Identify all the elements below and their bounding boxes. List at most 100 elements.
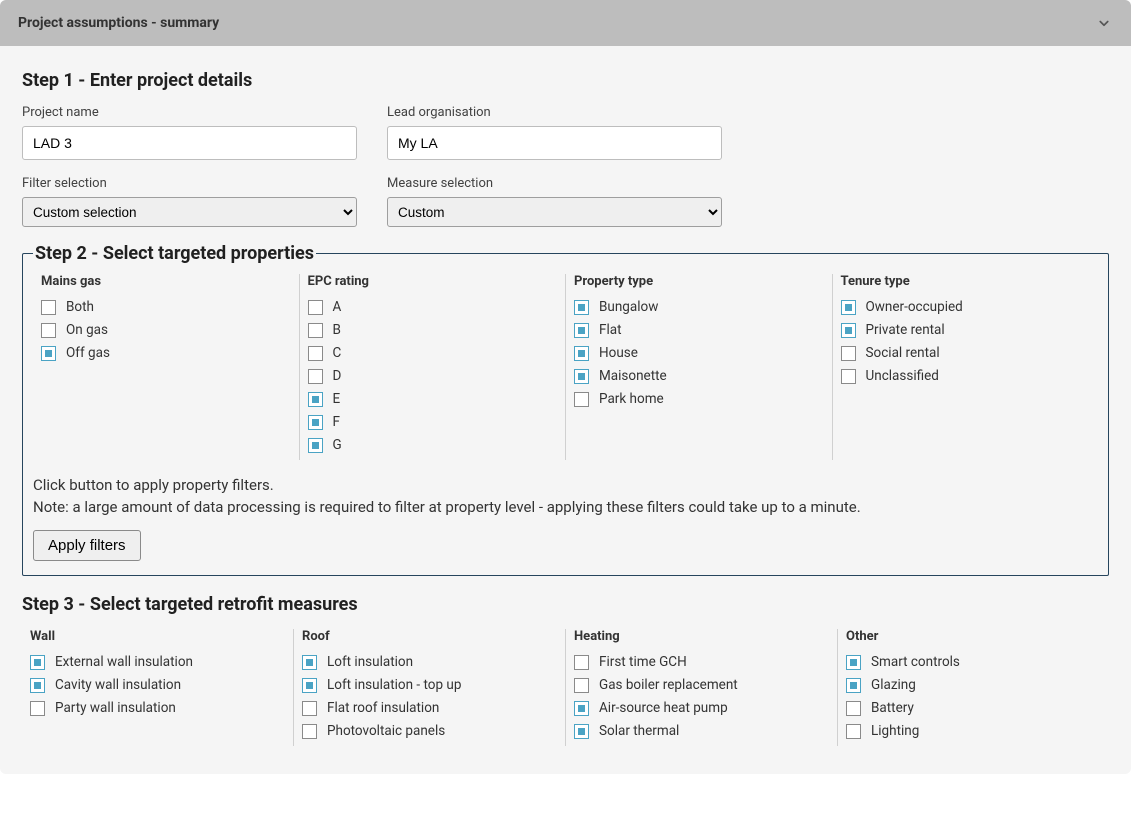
checkbox-house[interactable]: House bbox=[574, 345, 824, 361]
checkbox-icon bbox=[41, 346, 56, 361]
checkbox-b[interactable]: B bbox=[308, 322, 558, 338]
checkbox-icon bbox=[308, 300, 323, 315]
checkbox-label: Battery bbox=[871, 700, 914, 716]
checkbox-icon bbox=[308, 438, 323, 453]
checkbox-label: G bbox=[333, 437, 342, 453]
wall-column: Wall External wall insulation Cavity wall… bbox=[22, 629, 293, 746]
checkbox-icon bbox=[841, 300, 856, 315]
checkbox-maisonette[interactable]: Maisonette bbox=[574, 368, 824, 384]
checkbox-icon bbox=[574, 678, 589, 693]
checkbox-label: Gas boiler replacement bbox=[599, 677, 738, 693]
roof-title: Roof bbox=[302, 629, 557, 644]
checkbox-bungalow[interactable]: Bungalow bbox=[574, 299, 824, 315]
checkbox-label: Solar thermal bbox=[599, 723, 679, 739]
checkbox-icon bbox=[302, 701, 317, 716]
checkbox-icon bbox=[574, 300, 589, 315]
checkbox-both[interactable]: Both bbox=[41, 299, 291, 315]
mains-gas-column: Mains gas Both On gas Off gas bbox=[33, 274, 299, 460]
checkbox-icon bbox=[574, 323, 589, 338]
checkbox-glazing[interactable]: Glazing bbox=[846, 677, 1101, 693]
lead-org-input[interactable] bbox=[387, 126, 722, 160]
checkbox-park-home[interactable]: Park home bbox=[574, 391, 824, 407]
checkbox-icon bbox=[308, 392, 323, 407]
checkbox-on-gas[interactable]: On gas bbox=[41, 322, 291, 338]
checkbox-label: First time GCH bbox=[599, 654, 687, 670]
checkbox-icon bbox=[308, 323, 323, 338]
checkbox-social-rental[interactable]: Social rental bbox=[841, 345, 1091, 361]
apply-filters-button[interactable]: Apply filters bbox=[33, 530, 141, 561]
chevron-down-icon bbox=[1095, 14, 1113, 32]
checkbox-solar-thermal[interactable]: Solar thermal bbox=[574, 723, 829, 739]
checkbox-label: D bbox=[333, 368, 342, 384]
checkbox-external-wall-insulation[interactable]: External wall insulation bbox=[30, 654, 285, 670]
checkbox-cavity-wall-insulation[interactable]: Cavity wall insulation bbox=[30, 677, 285, 693]
filter-note-1: Click button to apply property filters. bbox=[33, 476, 1098, 494]
checkbox-icon bbox=[302, 655, 317, 670]
checkbox-label: Party wall insulation bbox=[55, 700, 176, 716]
checkbox-flat[interactable]: Flat bbox=[574, 322, 824, 338]
checkbox-icon bbox=[841, 323, 856, 338]
checkbox-label: Park home bbox=[599, 391, 664, 407]
checkbox-icon bbox=[846, 724, 861, 739]
checkbox-icon bbox=[41, 323, 56, 338]
checkbox-battery[interactable]: Battery bbox=[846, 700, 1101, 716]
checkbox-icon bbox=[302, 678, 317, 693]
checkbox-icon bbox=[30, 678, 45, 693]
step2-title: Step 2 - Select targeted properties bbox=[33, 243, 316, 264]
epc-column: EPC rating ABCDEFG bbox=[299, 274, 566, 460]
checkbox-label: E bbox=[333, 391, 341, 407]
other-title: Other bbox=[846, 629, 1101, 644]
checkbox-icon bbox=[30, 655, 45, 670]
checkbox-c[interactable]: C bbox=[308, 345, 558, 361]
checkbox-loft-insulation[interactable]: Loft insulation bbox=[302, 654, 557, 670]
checkbox-off-gas[interactable]: Off gas bbox=[41, 345, 291, 361]
filter-selection-select[interactable]: Custom selection bbox=[22, 197, 357, 227]
checkbox-e[interactable]: E bbox=[308, 391, 558, 407]
checkbox-label: Unclassified bbox=[866, 368, 939, 384]
filter-note-2: Note: a large amount of data processing … bbox=[33, 498, 1098, 516]
mains-gas-title: Mains gas bbox=[41, 274, 291, 289]
checkbox-label: Flat bbox=[599, 322, 622, 338]
checkbox-icon bbox=[841, 346, 856, 361]
checkbox-first-time-gch[interactable]: First time GCH bbox=[574, 654, 829, 670]
measure-selection-select[interactable]: Custom bbox=[387, 197, 722, 227]
checkbox-private-rental[interactable]: Private rental bbox=[841, 322, 1091, 338]
project-assumptions-panel: Project assumptions - summary Step 1 - E… bbox=[0, 0, 1131, 774]
checkbox-owner-occupied[interactable]: Owner-occupied bbox=[841, 299, 1091, 315]
checkbox-icon bbox=[846, 655, 861, 670]
checkbox-label: Lighting bbox=[871, 723, 919, 739]
checkbox-f[interactable]: F bbox=[308, 414, 558, 430]
checkbox-icon bbox=[574, 346, 589, 361]
checkbox-g[interactable]: G bbox=[308, 437, 558, 453]
checkbox-icon bbox=[308, 369, 323, 384]
checkbox-label: House bbox=[599, 345, 638, 361]
checkbox-label: Bungalow bbox=[599, 299, 658, 315]
checkbox-gas-boiler-replacement[interactable]: Gas boiler replacement bbox=[574, 677, 829, 693]
checkbox-flat-roof-insulation[interactable]: Flat roof insulation bbox=[302, 700, 557, 716]
step1-title: Step 1 - Enter project details bbox=[22, 70, 1109, 91]
checkbox-loft-insulation-top-up[interactable]: Loft insulation - top up bbox=[302, 677, 557, 693]
checkbox-icon bbox=[846, 701, 861, 716]
accordion-header[interactable]: Project assumptions - summary bbox=[0, 0, 1131, 46]
step2-fieldset: Step 2 - Select targeted properties Main… bbox=[22, 243, 1109, 576]
checkbox-label: Smart controls bbox=[871, 654, 960, 670]
checkbox-photovoltaic-panels[interactable]: Photovoltaic panels bbox=[302, 723, 557, 739]
checkbox-air-source-heat-pump[interactable]: Air-source heat pump bbox=[574, 700, 829, 716]
checkbox-icon bbox=[574, 724, 589, 739]
checkbox-d[interactable]: D bbox=[308, 368, 558, 384]
other-column: Other Smart controls Glazing Battery Lighti… bbox=[837, 629, 1109, 746]
wall-title: Wall bbox=[30, 629, 285, 644]
checkbox-unclassified[interactable]: Unclassified bbox=[841, 368, 1091, 384]
checkbox-lighting[interactable]: Lighting bbox=[846, 723, 1101, 739]
checkbox-smart-controls[interactable]: Smart controls bbox=[846, 654, 1101, 670]
heating-column: Heating First time GCHGas boiler replace… bbox=[565, 629, 837, 746]
accordion-title: Project assumptions - summary bbox=[18, 15, 219, 31]
checkbox-label: Photovoltaic panels bbox=[327, 723, 445, 739]
filter-selection-label: Filter selection bbox=[22, 176, 357, 191]
checkbox-party-wall-insulation[interactable]: Party wall insulation bbox=[30, 700, 285, 716]
checkbox-icon bbox=[41, 300, 56, 315]
checkbox-a[interactable]: A bbox=[308, 299, 558, 315]
epc-title: EPC rating bbox=[308, 274, 558, 289]
project-name-input[interactable] bbox=[22, 126, 357, 160]
checkbox-label: F bbox=[333, 414, 340, 430]
